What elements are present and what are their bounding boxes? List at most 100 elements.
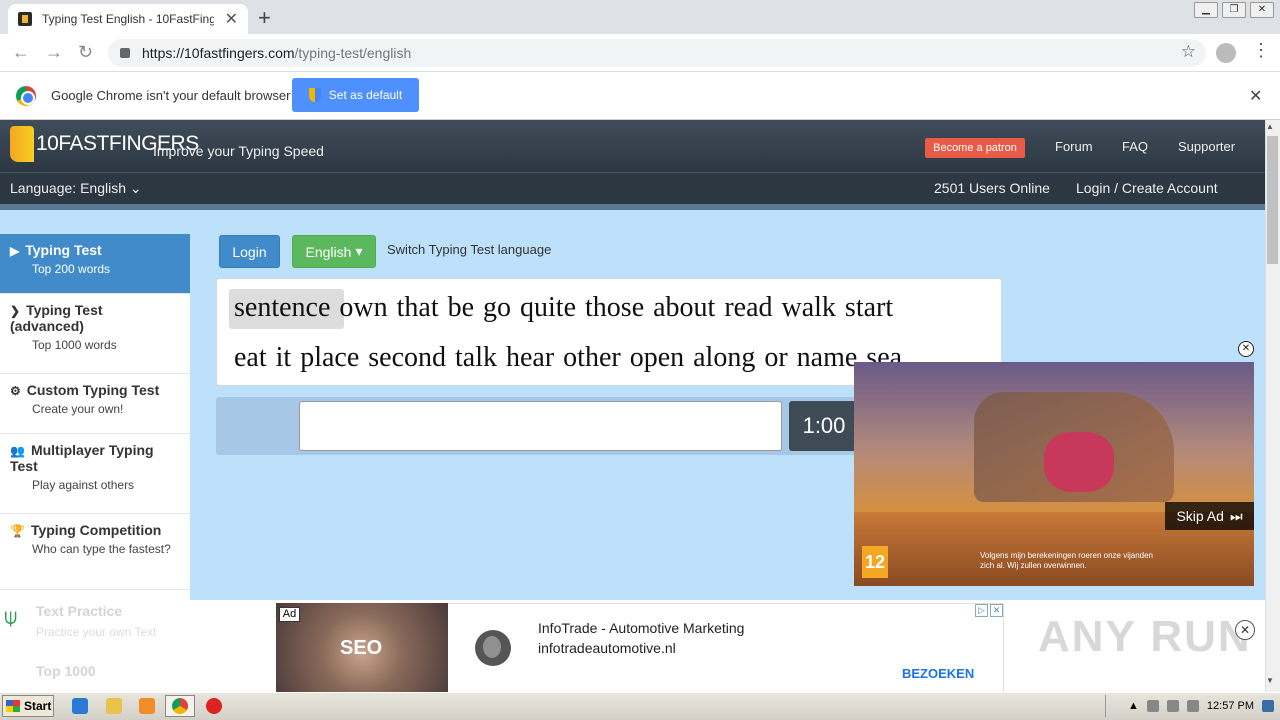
adchoices-icon[interactable]: ▷	[975, 604, 988, 617]
ad-close-icon[interactable]: ✕	[990, 604, 1003, 617]
chrome-logo-icon	[16, 86, 36, 106]
close-window-icon[interactable]: ✕	[1250, 2, 1274, 18]
users-online: 2501 Users Online	[934, 180, 1050, 196]
sidebar-item-sub: Create your own!	[32, 402, 124, 416]
sidebar-item-sub: Play against others	[32, 478, 135, 492]
skip-ad-button[interactable]: Skip Ad ⏭	[1165, 502, 1254, 530]
typing-input[interactable]	[299, 401, 782, 451]
sidebar-item-label: Typing Test	[25, 242, 102, 258]
url-domain: https://10fastfingers.com	[142, 45, 295, 61]
caret-down-icon: ▾	[355, 243, 363, 259]
scroll-down-icon[interactable]: ▼	[1266, 676, 1274, 685]
chevron-down-icon: ⌄	[129, 180, 142, 196]
url-path: /typing-test/english	[294, 45, 412, 61]
word-line-1: sentence own that be go quite those abou…	[234, 292, 893, 324]
start-button[interactable]: Start	[2, 695, 54, 717]
bookmark-star-icon[interactable]: ☆	[1181, 42, 1196, 62]
play-icon: ▶	[10, 244, 20, 258]
video-character	[1044, 432, 1114, 492]
sidebar-item-typing-test-advanced[interactable]: ❯ Typing Test (advanced) Top 1000 words	[0, 294, 190, 374]
gears-icon: ⚙	[10, 384, 21, 398]
lock-icon	[120, 48, 130, 58]
users-icon: 👥	[10, 444, 25, 458]
sidebar-item-typing-test[interactable]: ▶ Typing Test Top 200 words	[0, 234, 190, 294]
skip-ad-label: Skip Ad	[1176, 508, 1224, 524]
minimize-icon[interactable]: ▁	[1194, 2, 1218, 18]
ie-icon[interactable]	[72, 698, 88, 714]
tab-title: Typing Test English - 10FastFingers.c	[42, 12, 214, 26]
start-label: Start	[24, 699, 52, 713]
video-close-icon[interactable]: ✕	[1238, 341, 1254, 357]
scrollbar-thumb[interactable]	[1267, 136, 1278, 264]
windows-flag-icon	[6, 700, 20, 712]
nav-supporter[interactable]: Supporter	[1178, 139, 1235, 154]
sidebar-item-custom-typing-test[interactable]: ⚙ Custom Typing Test Create your own!	[0, 374, 190, 434]
reload-icon[interactable]: ↻	[78, 42, 93, 63]
ad-tag: Ad	[279, 607, 300, 622]
close-tab-icon[interactable]: ✕	[225, 9, 238, 29]
back-icon[interactable]: ←	[12, 42, 30, 63]
nav-forum[interactable]: Forum	[1055, 139, 1093, 154]
window-controls: ▁ ❐ ✕	[1188, 0, 1280, 20]
login-create-account-link[interactable]: Login / Create Account	[1076, 180, 1218, 196]
site-favicon-icon	[18, 12, 32, 26]
ad-choices[interactable]: ▷ ✕	[975, 604, 1003, 617]
nav-faq[interactable]: FAQ	[1122, 139, 1148, 154]
restore-icon[interactable]: ❐	[1222, 2, 1246, 18]
tray-expand-icon[interactable]: ▲	[1128, 700, 1139, 712]
chevron-icon: ❯	[10, 304, 21, 318]
clock: 12:57 PM	[1206, 700, 1254, 712]
tree-icon: ⍦	[4, 604, 18, 629]
chrome-menu-icon[interactable]: ⋮	[1252, 40, 1270, 61]
shield-icon	[308, 88, 321, 102]
sidebar-item-multiplayer[interactable]: 👥 Multiplayer Typing Test Play against ot…	[0, 434, 190, 514]
show-desktop-icon[interactable]	[1262, 700, 1274, 712]
address-bar[interactable]: https://10fastfingers.com/typing-test/en…	[108, 39, 1206, 67]
chrome-taskbar-icon	[172, 698, 188, 714]
explorer-icon[interactable]	[106, 698, 122, 714]
ad-cta-button[interactable]: BEZOEKEN	[902, 666, 974, 681]
sidebar-item-top-1000[interactable]: Top 1000	[36, 663, 96, 679]
skip-icon: ⏭	[1229, 507, 1243, 524]
browser-tab[interactable]: Typing Test English - 10FastFingers.c ✕	[8, 4, 248, 34]
sidebar-item-label: Custom Typing Test	[26, 382, 160, 398]
sidebar-item-label: Typing Test (advanced)	[10, 302, 103, 334]
scroll-up-icon[interactable]: ▲	[1266, 122, 1274, 131]
network-icon[interactable]	[1166, 700, 1179, 712]
ad-title[interactable]: InfoTrade - Automotive Marketing	[538, 620, 744, 636]
language-dropdown-button[interactable]: English ▾	[292, 235, 376, 268]
set-default-button[interactable]: Set as default	[292, 78, 419, 112]
language-select-label: Language: English	[10, 180, 126, 196]
timer: 1:00	[789, 401, 859, 451]
new-tab-icon[interactable]: +	[258, 5, 271, 31]
ad-url[interactable]: infotradeautomotive.nl	[538, 640, 676, 656]
sidebar-item-label: Typing Competition	[30, 522, 162, 538]
infobar-close-icon[interactable]: ✕	[1249, 86, 1262, 106]
sidebar-item-sub: Who can type the fastest?	[32, 542, 171, 556]
video-subtitle: Volgens mijn berekeningen roeren onze vi…	[980, 551, 1154, 570]
system-tray: ▲ 12:57 PM	[1105, 695, 1280, 717]
infobar-message: Google Chrome isn't your default browser	[51, 88, 291, 103]
sidebar-item-text-practice[interactable]: Text Practice	[36, 603, 122, 619]
login-button[interactable]: Login	[219, 235, 280, 268]
opera-icon[interactable]	[206, 698, 222, 714]
sidebar-item-competition[interactable]: 🏆 Typing Competition Who can type the fas…	[0, 514, 190, 590]
media-player-icon[interactable]	[139, 698, 155, 714]
set-default-label: Set as default	[328, 88, 403, 102]
ad-image[interactable]: SEO	[276, 603, 448, 693]
sidebar-item-sub: Top 200 words	[32, 262, 111, 276]
site-slogan: Improve your Typing Speed	[153, 143, 324, 159]
flag-icon[interactable]	[1186, 700, 1199, 712]
switch-language-label: Switch Typing Test language	[387, 242, 552, 257]
profile-avatar[interactable]	[1216, 43, 1236, 63]
volume-icon[interactable]	[1146, 700, 1159, 712]
hand-logo-icon	[10, 126, 34, 162]
watermark-close-icon[interactable]: ✕	[1235, 620, 1255, 640]
become-patron-button[interactable]: Become a patron	[925, 138, 1025, 158]
globe-icon	[475, 630, 511, 666]
language-select[interactable]: Language: English ⌄	[10, 180, 142, 197]
forward-icon[interactable]: →	[45, 42, 63, 63]
ad-image-text: SEO	[340, 637, 383, 659]
age-rating-badge: 12	[862, 546, 888, 578]
language-dropdown-label: English	[305, 243, 352, 260]
